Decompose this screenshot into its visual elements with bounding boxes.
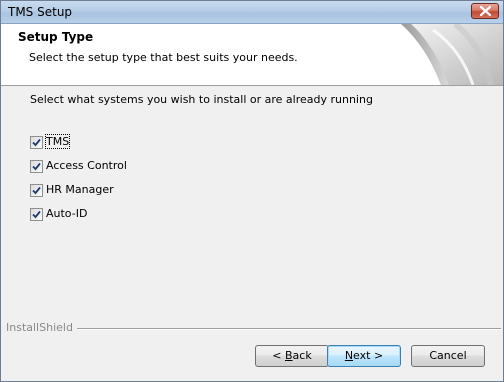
option-label: Access Control: [46, 159, 127, 172]
checkmark-icon: [32, 138, 41, 147]
page-subtitle: Select the setup type that best suits yo…: [29, 51, 298, 64]
title-bar[interactable]: TMS Setup: [1, 1, 503, 24]
option-label: Auto-ID: [46, 207, 88, 220]
installer-banner-graphic: [401, 24, 503, 85]
close-icon: [480, 6, 491, 16]
close-button[interactable]: [471, 3, 499, 19]
checkbox-hr-manager[interactable]: [30, 184, 43, 197]
page-title: Setup Type: [18, 30, 94, 44]
window-title: TMS Setup: [8, 5, 73, 19]
next-button[interactable]: Next >: [327, 345, 401, 367]
back-mnemonic: B: [285, 349, 293, 362]
installshield-brand: InstallShield: [6, 321, 77, 334]
footer-separator: [65, 328, 501, 330]
cancel-button[interactable]: Cancel: [411, 345, 485, 367]
header-banner: Setup Type Select the setup type that be…: [1, 24, 503, 86]
option-label: HR Manager: [46, 183, 114, 196]
checkbox-auto-id[interactable]: [30, 208, 43, 221]
checkbox-access-control[interactable]: [30, 160, 43, 173]
next-rest: ext: [353, 349, 371, 362]
checkbox-tms[interactable]: [30, 136, 43, 149]
checkmark-icon: [32, 162, 41, 171]
next-mnemonic: N: [344, 349, 354, 362]
next-suffix: >: [370, 349, 384, 362]
checkmark-icon: [32, 186, 41, 195]
back-button[interactable]: < Back: [255, 345, 329, 367]
back-rest: ack: [292, 349, 312, 362]
setup-window: TMS Setup Setup Type Select the setup ty…: [0, 0, 504, 382]
install-prompt: Select what systems you wish to install …: [30, 93, 373, 106]
option-label: TMS: [44, 134, 71, 149]
checkmark-icon: [32, 210, 41, 219]
back-prefix: <: [272, 349, 285, 362]
